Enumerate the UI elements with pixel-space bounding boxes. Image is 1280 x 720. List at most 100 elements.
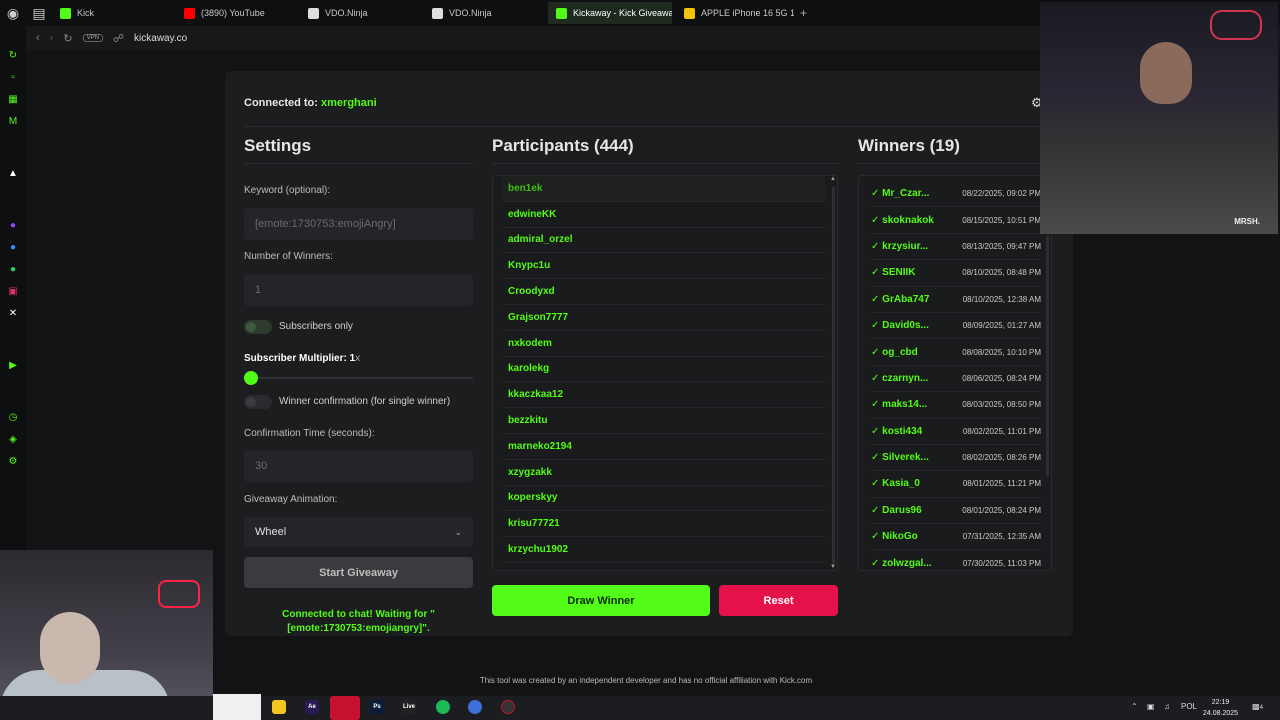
browser-tab[interactable]: VDO.Ninja: [300, 2, 420, 24]
after-effects-icon[interactable]: Ae: [305, 700, 319, 714]
chat-status-message: Connected to chat! Waiting for " [emote:…: [282, 609, 435, 634]
notification-count: 4: [1259, 705, 1263, 711]
clock-icon[interactable]: ◷: [7, 412, 19, 424]
multiplier-slider-track[interactable]: [250, 377, 473, 379]
settings-title: Settings: [244, 136, 312, 155]
photoshop-icon[interactable]: Ps: [370, 700, 384, 714]
tray-chevron-icon[interactable]: ⌃: [1131, 702, 1138, 711]
winner-row: ✓ kosti434 08/02/2025, 11:01 PM: [871, 419, 1041, 445]
scroll-up-icon[interactable]: ▲: [830, 176, 836, 182]
participant-row: Croodyxd: [503, 279, 825, 305]
winner-name: ✓ og_cbd: [871, 346, 918, 358]
participant-row: karolekg: [503, 357, 825, 383]
extensions-icon[interactable]: ◈: [7, 434, 19, 446]
obs-icon[interactable]: [501, 700, 515, 714]
browser-tab[interactable]: APPLE iPhone 16 5G 128G: [676, 2, 794, 24]
subscribers-only-label: Subscribers only: [279, 321, 353, 332]
check-icon: ✓: [871, 504, 883, 516]
tab-favicon-icon: [308, 7, 319, 19]
tab-favicon-icon: [556, 7, 567, 19]
tab-label: Kick: [77, 8, 95, 18]
participant-row: bezzkitu: [503, 408, 825, 434]
twitch-icon[interactable]: ●: [7, 220, 19, 232]
keyword-input[interactable]: [emote:1730753:emojiAngry]: [244, 208, 473, 240]
start-giveaway-button[interactable]: Start Giveaway: [244, 557, 473, 588]
whatsapp-icon[interactable]: ●: [7, 264, 19, 276]
winner-name: ✓ Kasia_0: [871, 478, 920, 490]
tab-favicon-icon: [684, 7, 695, 19]
taskbar-search-box[interactable]: [213, 694, 261, 720]
participant-row: ben1ek: [503, 176, 825, 202]
new-tab-button[interactable]: +: [794, 6, 813, 20]
taskbar-clock[interactable]: 22:19 24.08.2025: [1203, 697, 1238, 719]
file-explorer-icon[interactable]: [272, 700, 286, 714]
winner-row: ✓ GrAba747 08/10/2025, 12:38 AM: [871, 287, 1041, 313]
url-field[interactable]: kickaway.co: [134, 33, 187, 44]
x-icon[interactable]: ✕: [7, 308, 19, 320]
network-icon[interactable]: ▣: [1147, 702, 1155, 711]
draw-winner-button[interactable]: Draw Winner: [492, 585, 710, 616]
webcam-overlay-top-right: MRSH.: [1040, 2, 1278, 234]
vpn-badge[interactable]: VPN: [82, 34, 103, 42]
scroll-down-icon[interactable]: ▼: [830, 564, 836, 570]
notification-icon[interactable]: ▩4: [1252, 702, 1263, 711]
player-icon[interactable]: ▶: [7, 360, 19, 372]
browser-tab[interactable]: Kickaway - Kick Giveawa: [548, 2, 672, 24]
winner-date: 08/13/2025, 09:47 PM: [962, 241, 1041, 251]
instagram-icon[interactable]: ▣: [7, 286, 19, 298]
winner-name: ✓ NikoGo: [871, 531, 918, 543]
winner-confirmation-toggle[interactable]: [244, 395, 272, 409]
confirmation-time-input[interactable]: 30: [244, 450, 473, 482]
winner-row: ✓ Mr_Czar... 08/22/2025, 09:02 PM: [871, 181, 1041, 208]
taskbar-red-app-icon[interactable]: [330, 696, 360, 720]
tab-favicon-icon: [432, 7, 443, 19]
browser-tab[interactable]: (3890) YouTube: [176, 2, 296, 24]
forward-icon[interactable]: ›: [50, 32, 54, 44]
winner-name: ✓ GrAba747: [871, 293, 930, 305]
winner-date: 08/10/2025, 12:38 AM: [962, 294, 1041, 304]
winner-date: 08/10/2025, 08:48 PM: [962, 268, 1041, 278]
winner-date: 07/30/2025, 11:03 PM: [962, 558, 1041, 568]
spotify-icon[interactable]: [436, 700, 450, 714]
language-indicator[interactable]: POL: [1181, 702, 1197, 711]
browser-tab[interactable]: VDO.Ninja: [424, 2, 544, 24]
back-icon[interactable]: ‹: [36, 32, 40, 44]
streamer-head: [40, 612, 100, 684]
reload-icon[interactable]: ↻: [63, 32, 72, 45]
subscribers-only-toggle[interactable]: [244, 320, 272, 334]
settings-icon[interactable]: ⚙: [7, 456, 19, 468]
winners-count-label: Number of Winners:: [244, 251, 333, 262]
winner-date: 08/03/2025, 08:50 PM: [962, 400, 1041, 410]
browser-taskbar-icon[interactable]: [468, 700, 482, 714]
volume-icon[interactable]: ♫: [1164, 702, 1170, 711]
grid-icon[interactable]: ▦: [7, 94, 19, 106]
participants-list[interactable]: ben1ek edwineKK admiral_orzel Knypc1u Croody…: [492, 175, 838, 571]
winners-count-input[interactable]: 1: [244, 274, 473, 306]
aria-icon[interactable]: ▲: [7, 168, 19, 180]
browser-tab[interactable]: Kick: [52, 2, 172, 24]
sidebar-toggle-icon[interactable]: ▤: [26, 0, 52, 26]
winner-row: ✓ maks14... 08/03/2025, 08:50 PM: [871, 392, 1041, 419]
winner-name: ✓ maks14...: [871, 399, 928, 411]
animation-select[interactable]: Wheel ⌄: [244, 517, 473, 547]
winner-row: ✓ og_cbd 08/08/2025, 10:10 PM: [871, 339, 1041, 366]
refresh-icon[interactable]: ↻: [7, 50, 19, 62]
browser-menu-icon[interactable]: ◉: [0, 0, 26, 26]
reset-button[interactable]: Reset: [719, 585, 838, 616]
participant-row: edwineKK: [503, 202, 825, 228]
ableton-live-icon[interactable]: Live: [402, 700, 416, 714]
messenger-icon[interactable]: ●: [7, 242, 19, 254]
winner-row: ✓ Silverek... 08/02/2025, 08:26 PM: [871, 445, 1041, 472]
winners-scrollbar[interactable]: [1046, 236, 1049, 476]
check-icon: ✓: [871, 320, 883, 332]
participants-scrollbar[interactable]: [832, 186, 835, 566]
winners-list[interactable]: ✓ Mr_Czar... 08/22/2025, 09:02 PM ✓ skokna…: [858, 175, 1052, 571]
participants-title: Participants (444): [492, 136, 634, 155]
winners-title: Winners (19): [858, 136, 960, 155]
app-m-icon[interactable]: M: [7, 116, 19, 128]
bag-icon[interactable]: ▫: [7, 72, 19, 84]
multiplier-slider-thumb[interactable]: [244, 371, 258, 385]
winner-date: 08/02/2025, 11:01 PM: [962, 426, 1041, 436]
winners-divider: [858, 163, 1052, 164]
check-icon: ✓: [871, 267, 883, 279]
